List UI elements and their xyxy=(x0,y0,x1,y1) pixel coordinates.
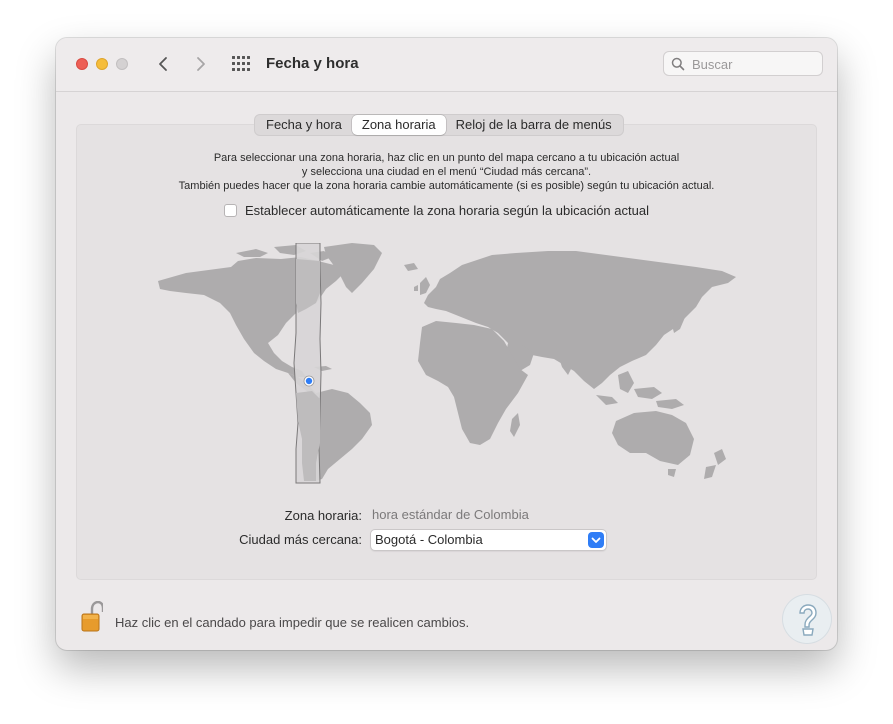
show-all-button[interactable] xyxy=(232,56,250,71)
world-time-zone-map[interactable] xyxy=(156,243,738,488)
dropdown-arrow[interactable] xyxy=(588,532,604,548)
back-button[interactable] xyxy=(153,53,175,75)
auto-timezone-checkbox[interactable] xyxy=(224,203,237,217)
lock-message: Haz clic en el candado para impedir que … xyxy=(115,615,470,630)
instructions-line-1: Para seleccionar una zona horaria, haz c… xyxy=(213,152,680,164)
auto-timezone-label: Establecer automáticamente la zona horar… xyxy=(245,202,649,218)
system-preferences-window: Fecha y hora Fecha y hora Zona horaria R… xyxy=(56,38,837,650)
unlocked-padlock-icon xyxy=(81,600,105,632)
search-icon xyxy=(671,57,685,71)
close-button[interactable] xyxy=(76,58,88,70)
minimize-button[interactable] xyxy=(96,58,108,70)
zoom-button[interactable] xyxy=(116,58,128,70)
closest-city-select[interactable]: Bogotá - Colombia xyxy=(370,529,607,551)
search-input[interactable] xyxy=(690,54,822,75)
world-landmass xyxy=(158,243,736,481)
auto-timezone-option[interactable]: Establecer automáticamente la zona horar… xyxy=(224,201,649,219)
instructions-line-3: También puedes hacer que la zona horaria… xyxy=(178,180,715,192)
tab-time-zone[interactable]: Zona horaria xyxy=(351,115,446,135)
help-watermark-icon xyxy=(783,595,831,643)
window-title: Fecha y hora xyxy=(266,55,359,72)
selected-zone-band xyxy=(293,243,322,484)
title-bar: Fecha y hora xyxy=(56,38,837,92)
tab-menu-bar-clock[interactable]: Reloj de la barra de menús xyxy=(446,115,622,135)
instructions-text: Para seleccionar una zona horaria, haz c… xyxy=(56,151,837,193)
timezone-value: hora estándar de Colombia xyxy=(372,507,529,522)
instructions-line-2: y selecciona una ciudad en el menú “Ciud… xyxy=(301,166,592,178)
city-marker-bogota[interactable] xyxy=(303,375,315,387)
chevron-right-icon xyxy=(197,57,205,71)
forward-button[interactable] xyxy=(189,53,211,75)
lock-button[interactable] xyxy=(81,600,105,633)
tab-bar: Fecha y hora Zona horaria Reloj de la ba… xyxy=(254,114,624,136)
timezone-label: Zona horaria: xyxy=(284,508,362,523)
tab-date-time[interactable]: Fecha y hora xyxy=(256,115,352,135)
chevron-down-icon xyxy=(591,537,601,543)
search-field[interactable] xyxy=(663,51,823,76)
grid-icon xyxy=(232,56,250,71)
chevron-left-icon xyxy=(159,57,167,71)
closest-city-value: Bogotá - Colombia xyxy=(375,532,483,547)
closest-city-label: Ciudad más cercana: xyxy=(239,532,362,547)
